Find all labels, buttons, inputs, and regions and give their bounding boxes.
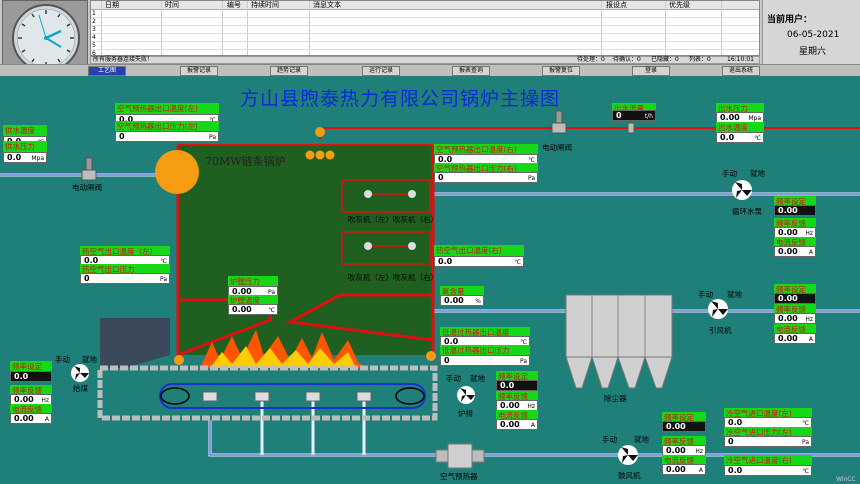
coal-feeder-caption: 给煤 — [73, 384, 88, 393]
furnace-temp-value: 0.00 ℃ — [228, 304, 278, 315]
fan-icon[interactable] — [71, 364, 89, 382]
lowtemp-outlet-press-value: 0 Pa — [440, 355, 530, 366]
fan-icon[interactable] — [618, 445, 638, 465]
current-feedback-value: 0.00 A — [662, 464, 706, 475]
outlet-flow-value: 0 t/h — [612, 110, 656, 121]
air-preheater-icon — [435, 443, 485, 469]
local-label: 就地 — [82, 355, 97, 364]
supply-press-value: 0.0 Mpa — [3, 152, 47, 163]
local-label: 就地 — [634, 435, 649, 444]
outlet-temp-value: 0.0 ℃ — [716, 132, 764, 143]
fan-icon[interactable] — [457, 386, 475, 404]
manual-label: 手动 — [722, 169, 737, 178]
soot-blower-caption: 吹灰机（左）吹灰机（右） — [348, 215, 438, 224]
freq-set-input[interactable]: 0.0 — [496, 380, 538, 391]
air-preheater-caption: 空气预热器 — [440, 472, 478, 481]
manual-label: 手动 — [602, 435, 617, 444]
ap-outlet-press-left-value: 0 Pa — [115, 131, 219, 142]
local-label: 就地 — [750, 169, 765, 178]
boiler-name: 70MW链条锅炉 — [205, 155, 286, 168]
cold-air-press-value: 0 Pa — [724, 436, 812, 447]
supply-press-label: 供水压力 — [3, 141, 47, 152]
circ-pump-caption: 循环水泵 — [732, 207, 762, 216]
manual-label: 手动 — [446, 374, 461, 383]
current-feedback-value: 0.00 A — [10, 413, 52, 424]
ap-outlet-press-right-value: 0 Pa — [434, 172, 538, 183]
grate-caption: 炉排 — [458, 409, 473, 418]
freq-set-input[interactable]: 0.00 — [774, 205, 816, 216]
valve-caption: 电动闸阀 — [542, 143, 572, 152]
blower-caption: 鼓风机 — [618, 471, 641, 480]
local-label: 就地 — [470, 374, 485, 383]
local-label: 就地 — [727, 290, 742, 299]
freq-set-input[interactable]: 0.0 — [10, 371, 52, 382]
hot-air-temp-right-value: 0.0 ℃ — [434, 256, 524, 267]
soot-blower-caption: 吹灰机（左）吹灰机（右） — [348, 273, 438, 282]
current-feedback-value: 0.00 A — [496, 419, 538, 430]
cold-air-temp-right-value: 0.0 ℃ — [724, 465, 812, 476]
freq-feedback-value: 0.00 Hz — [774, 313, 816, 324]
fan-icon[interactable] — [732, 180, 752, 200]
hot-air-temp-right-label: 热空气出口温度(右) — [434, 245, 524, 256]
dust-collector-caption: 除尘器 — [604, 394, 627, 403]
gate-valve-icon — [81, 157, 97, 181]
gate-valve-icon — [551, 110, 567, 134]
oxygen-value: 0.00% — [440, 295, 484, 306]
ap-outlet-temp-left-label: 空气预热器出口温度(左) — [115, 103, 219, 114]
fan-icon[interactable] — [708, 299, 728, 319]
current-feedback-value: 0.00 A — [774, 246, 816, 257]
current-feedback-value: 0.00 A — [774, 333, 816, 344]
supply-temp-label: 供水温度 — [3, 125, 47, 136]
id-fan-caption: 引风机 — [709, 326, 732, 335]
freq-set-input[interactable]: 0.00 — [662, 421, 706, 432]
freq-set-input[interactable]: 0.00 — [774, 293, 816, 304]
manual-label: 手动 — [698, 290, 713, 299]
dust-collector-icon — [565, 294, 673, 389]
manual-label: 手动 — [55, 355, 70, 364]
wincc-watermark: WinCC — [836, 476, 856, 483]
hot-air-press-left-value: 0 Pa — [80, 273, 170, 284]
valve-caption: 电动闸阀 — [72, 183, 102, 192]
